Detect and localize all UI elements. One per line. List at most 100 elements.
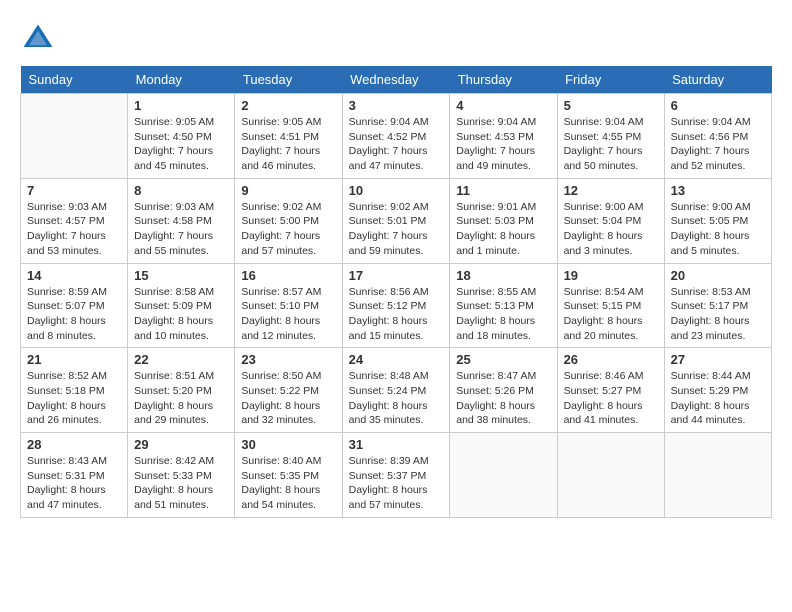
day-number: 18 (456, 268, 550, 283)
calendar-day-cell: 22 Sunrise: 8:51 AM Sunset: 5:20 PM Dayli… (128, 348, 235, 433)
calendar-day-header: Thursday (450, 66, 557, 94)
day-info: Sunrise: 8:39 AM Sunset: 5:37 PM Dayligh… (349, 454, 444, 513)
day-info: Sunrise: 8:58 AM Sunset: 5:09 PM Dayligh… (134, 285, 228, 344)
calendar-day-cell: 17 Sunrise: 8:56 AM Sunset: 5:12 PM Dayli… (342, 263, 450, 348)
day-info: Sunrise: 8:59 AM Sunset: 5:07 PM Dayligh… (27, 285, 121, 344)
calendar-day-cell: 19Sunrise: 8:54 AM Sunset: 5:15 PM Dayli… (557, 263, 664, 348)
calendar-day-header: Tuesday (235, 66, 342, 94)
day-info: Sunrise: 9:02 AM Sunset: 5:01 PM Dayligh… (349, 200, 444, 259)
calendar-day-cell: 14Sunrise: 8:59 AM Sunset: 5:07 PM Dayli… (21, 263, 128, 348)
calendar-day-cell: 23 Sunrise: 8:50 AM Sunset: 5:22 PM Dayli… (235, 348, 342, 433)
day-number: 11 (456, 183, 550, 198)
calendar-day-cell: 6Sunrise: 9:04 AM Sunset: 4:56 PM Daylig… (664, 94, 771, 179)
day-info: Sunrise: 8:53 AM Sunset: 5:17 PM Dayligh… (671, 285, 765, 344)
day-number: 2 (241, 98, 335, 113)
day-info: Sunrise: 8:56 AM Sunset: 5:12 PM Dayligh… (349, 285, 444, 344)
day-number: 6 (671, 98, 765, 113)
day-info: Sunrise: 8:42 AM Sunset: 5:33 PM Dayligh… (134, 454, 228, 513)
calendar-day-header: Saturday (664, 66, 771, 94)
calendar-week-row: 7Sunrise: 9:03 AM Sunset: 4:57 PM Daylig… (21, 178, 772, 263)
calendar-day-header: Monday (128, 66, 235, 94)
calendar-day-cell: 9 Sunrise: 9:02 AM Sunset: 5:00 PM Daylig… (235, 178, 342, 263)
day-info: Sunrise: 8:40 AM Sunset: 5:35 PM Dayligh… (241, 454, 335, 513)
calendar-day-cell: 26 Sunrise: 8:46 AM Sunset: 5:27 PM Dayli… (557, 348, 664, 433)
day-info: Sunrise: 9:01 AM Sunset: 5:03 PM Dayligh… (456, 200, 550, 259)
day-number: 23 (241, 352, 335, 367)
calendar-day-header: Sunday (21, 66, 128, 94)
calendar-day-cell: 21 Sunrise: 8:52 AM Sunset: 5:18 PM Dayli… (21, 348, 128, 433)
day-number: 8 (134, 183, 228, 198)
calendar-day-cell: 15Sunrise: 8:58 AM Sunset: 5:09 PM Dayli… (128, 263, 235, 348)
day-number: 10 (349, 183, 444, 198)
day-info: Sunrise: 9:00 AM Sunset: 5:04 PM Dayligh… (564, 200, 658, 259)
day-info: Sunrise: 9:05 AM Sunset: 4:51 PM Dayligh… (241, 115, 335, 174)
day-number: 4 (456, 98, 550, 113)
day-number: 22 (134, 352, 228, 367)
day-info: Sunrise: 8:44 AM Sunset: 5:29 PM Dayligh… (671, 369, 765, 428)
day-info: Sunrise: 9:05 AM Sunset: 4:50 PM Dayligh… (134, 115, 228, 174)
calendar-day-header: Wednesday (342, 66, 450, 94)
calendar-week-row: 14Sunrise: 8:59 AM Sunset: 5:07 PM Dayli… (21, 263, 772, 348)
calendar-day-cell: 28 Sunrise: 8:43 AM Sunset: 5:31 PM Dayli… (21, 433, 128, 518)
calendar-day-cell: 5 Sunrise: 9:04 AM Sunset: 4:55 PM Daylig… (557, 94, 664, 179)
day-number: 17 (349, 268, 444, 283)
page-header (20, 20, 772, 56)
day-info: Sunrise: 8:55 AM Sunset: 5:13 PM Dayligh… (456, 285, 550, 344)
day-info: Sunrise: 9:04 AM Sunset: 4:55 PM Dayligh… (564, 115, 658, 174)
day-number: 16 (241, 268, 335, 283)
day-info: Sunrise: 9:04 AM Sunset: 4:52 PM Dayligh… (349, 115, 444, 174)
day-info: Sunrise: 8:46 AM Sunset: 5:27 PM Dayligh… (564, 369, 658, 428)
day-info: Sunrise: 9:03 AM Sunset: 4:58 PM Dayligh… (134, 200, 228, 259)
calendar-day-cell: 24 Sunrise: 8:48 AM Sunset: 5:24 PM Dayli… (342, 348, 450, 433)
day-number: 7 (27, 183, 121, 198)
day-number: 13 (671, 183, 765, 198)
day-number: 27 (671, 352, 765, 367)
calendar-table: SundayMondayTuesdayWednesdayThursdayFrid… (20, 66, 772, 518)
calendar-day-cell: 3 Sunrise: 9:04 AM Sunset: 4:52 PM Daylig… (342, 94, 450, 179)
calendar-day-cell (664, 433, 771, 518)
day-info: Sunrise: 8:51 AM Sunset: 5:20 PM Dayligh… (134, 369, 228, 428)
day-number: 19 (564, 268, 658, 283)
day-number: 9 (241, 183, 335, 198)
day-info: Sunrise: 9:00 AM Sunset: 5:05 PM Dayligh… (671, 200, 765, 259)
calendar-header-row: SundayMondayTuesdayWednesdayThursdayFrid… (21, 66, 772, 94)
day-info: Sunrise: 8:52 AM Sunset: 5:18 PM Dayligh… (27, 369, 121, 428)
calendar-day-cell (450, 433, 557, 518)
day-info: Sunrise: 9:04 AM Sunset: 4:53 PM Dayligh… (456, 115, 550, 174)
calendar-day-cell: 4 Sunrise: 9:04 AM Sunset: 4:53 PM Daylig… (450, 94, 557, 179)
calendar-day-cell: 31 Sunrise: 8:39 AM Sunset: 5:37 PM Dayli… (342, 433, 450, 518)
day-number: 28 (27, 437, 121, 452)
day-info: Sunrise: 9:02 AM Sunset: 5:00 PM Dayligh… (241, 200, 335, 259)
day-number: 29 (134, 437, 228, 452)
calendar-day-cell: 27 Sunrise: 8:44 AM Sunset: 5:29 PM Dayli… (664, 348, 771, 433)
day-info: Sunrise: 8:50 AM Sunset: 5:22 PM Dayligh… (241, 369, 335, 428)
day-number: 30 (241, 437, 335, 452)
calendar-day-cell: 18 Sunrise: 8:55 AM Sunset: 5:13 PM Dayli… (450, 263, 557, 348)
calendar-day-cell: 2 Sunrise: 9:05 AM Sunset: 4:51 PM Daylig… (235, 94, 342, 179)
calendar-day-cell: 25Sunrise: 8:47 AM Sunset: 5:26 PM Dayli… (450, 348, 557, 433)
calendar-week-row: 1Sunrise: 9:05 AM Sunset: 4:50 PM Daylig… (21, 94, 772, 179)
logo-icon (20, 20, 56, 56)
calendar-day-cell: 11 Sunrise: 9:01 AM Sunset: 5:03 PM Dayli… (450, 178, 557, 263)
calendar-day-cell: 8 Sunrise: 9:03 AM Sunset: 4:58 PM Daylig… (128, 178, 235, 263)
calendar-day-cell: 20 Sunrise: 8:53 AM Sunset: 5:17 PM Dayli… (664, 263, 771, 348)
day-number: 21 (27, 352, 121, 367)
day-number: 24 (349, 352, 444, 367)
day-number: 26 (564, 352, 658, 367)
day-info: Sunrise: 8:47 AM Sunset: 5:26 PM Dayligh… (456, 369, 550, 428)
calendar-day-cell: 12 Sunrise: 9:00 AM Sunset: 5:04 PM Dayli… (557, 178, 664, 263)
day-info: Sunrise: 8:48 AM Sunset: 5:24 PM Dayligh… (349, 369, 444, 428)
day-info: Sunrise: 8:43 AM Sunset: 5:31 PM Dayligh… (27, 454, 121, 513)
day-number: 20 (671, 268, 765, 283)
day-number: 3 (349, 98, 444, 113)
calendar-day-cell: 13 Sunrise: 9:00 AM Sunset: 5:05 PM Dayli… (664, 178, 771, 263)
day-number: 12 (564, 183, 658, 198)
calendar-day-cell: 10 Sunrise: 9:02 AM Sunset: 5:01 PM Dayli… (342, 178, 450, 263)
logo (20, 20, 60, 56)
day-number: 5 (564, 98, 658, 113)
calendar-day-cell: 1Sunrise: 9:05 AM Sunset: 4:50 PM Daylig… (128, 94, 235, 179)
calendar-day-cell (21, 94, 128, 179)
day-number: 31 (349, 437, 444, 452)
calendar-day-cell (557, 433, 664, 518)
calendar-day-cell: 7Sunrise: 9:03 AM Sunset: 4:57 PM Daylig… (21, 178, 128, 263)
